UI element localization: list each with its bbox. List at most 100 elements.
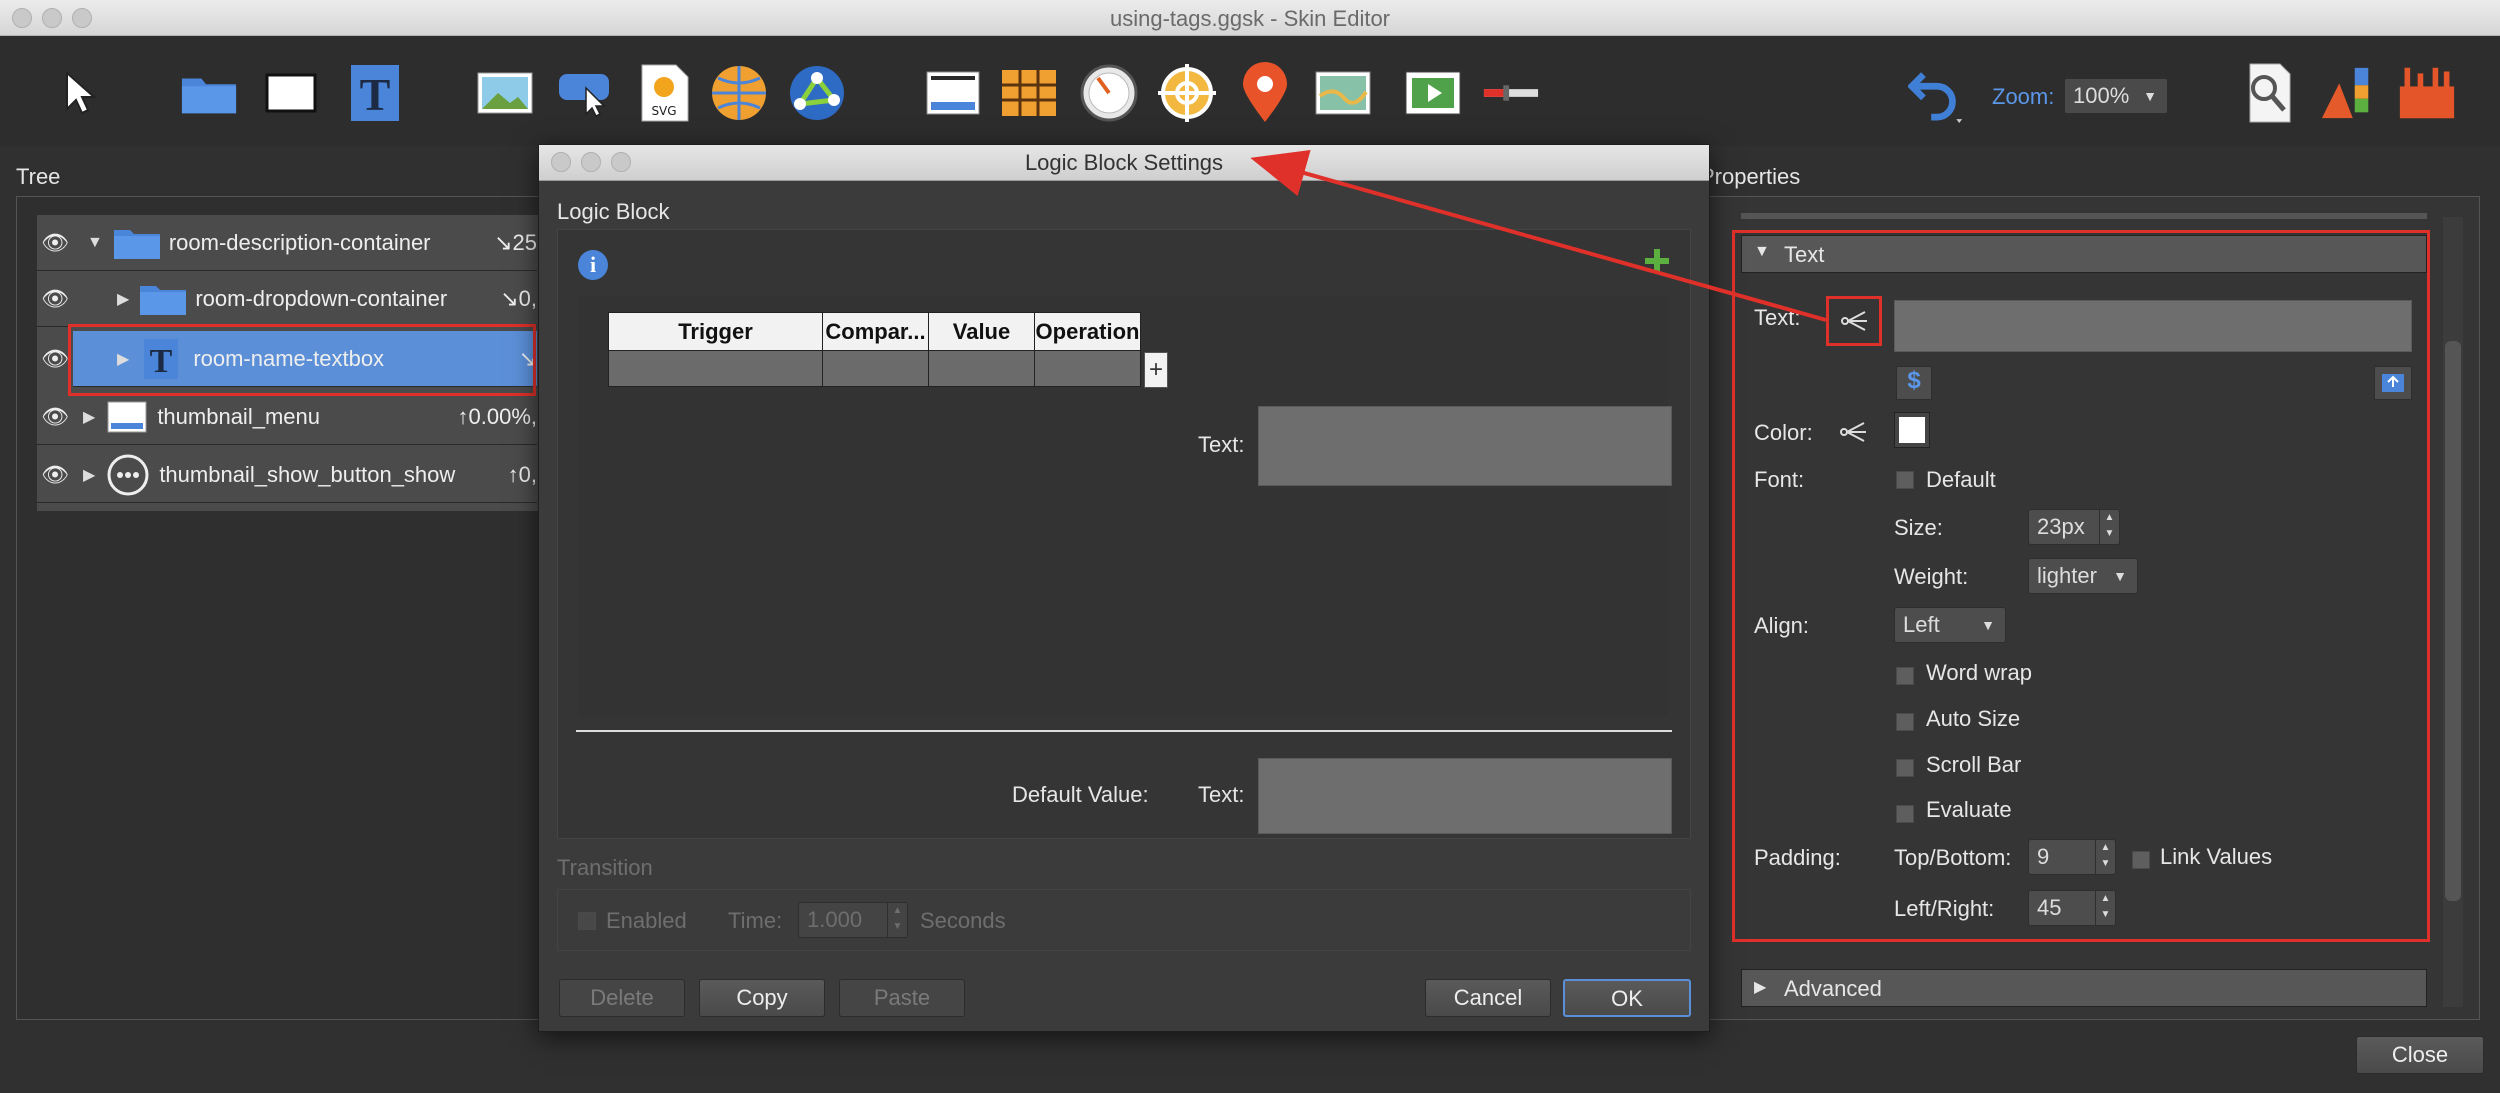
undo-icon[interactable]	[1908, 64, 1966, 123]
main-toolbar: T SVG Zoom: 100% ▼	[0, 36, 2500, 146]
column-header-value[interactable]: Value	[928, 312, 1035, 351]
container-icon	[107, 401, 147, 432]
delete-button[interactable]: Delete	[559, 979, 685, 1017]
section-divider	[1741, 213, 2427, 219]
logic-block-dialog: Logic Block Settings Logic Block i Text:…	[538, 144, 1710, 1032]
tree-item-info: ↘0,	[500, 285, 537, 311]
tree-item-thumbnail-menu[interactable]: 👁 ▶ thumbnail_menu ↑0.00%,	[37, 389, 537, 445]
scrollbar-thumb[interactable]	[2445, 341, 2461, 901]
expand-arrow-icon[interactable]: ▶	[117, 289, 129, 309]
separator-line	[576, 730, 1672, 732]
video-icon[interactable]	[1404, 64, 1462, 122]
dial-icon[interactable]	[1080, 64, 1138, 122]
container-icon[interactable]	[924, 64, 982, 122]
tree-item-label: room-dropdown-container	[195, 285, 448, 311]
preview-search-icon[interactable]	[2240, 63, 2298, 123]
cloud-button-icon[interactable]	[556, 64, 614, 122]
eye-icon[interactable]: 👁	[37, 447, 73, 503]
svg-icon[interactable]: SVG	[636, 64, 694, 122]
tree-item-label: thumbnail_show_button_show	[159, 461, 456, 487]
time-stepper[interactable]: 1.000 ▲ ▼	[798, 902, 908, 938]
expand-arrow-icon[interactable]: ▼	[87, 234, 103, 252]
highlight-box-tree-item	[68, 324, 536, 396]
table-row[interactable]	[608, 350, 1141, 387]
seconds-label: Seconds	[920, 908, 1006, 933]
enabled-label: Enabled	[606, 908, 687, 933]
tree-panel: 👁 ▼ room-description-container ↘25 👁 ▶ r…	[16, 196, 557, 1020]
tree-item-room-description-container[interactable]: 👁 ▼ room-description-container ↘25	[37, 215, 537, 271]
map-pin-icon[interactable]	[1236, 62, 1294, 122]
expand-arrow-icon[interactable]: ▶	[83, 465, 95, 485]
slider-icon[interactable]	[1482, 64, 1540, 122]
zoom-label: Zoom:	[1992, 84, 2055, 109]
advanced-section-header[interactable]: ▶ Advanced	[1741, 969, 2427, 1007]
close-button[interactable]: Close	[2356, 1036, 2484, 1074]
expand-arrow-icon: ▶	[1754, 979, 1767, 996]
logic-text-label: Text:	[1198, 432, 1245, 457]
map-node-icon[interactable]	[788, 64, 846, 122]
time-label: Time:	[728, 908, 783, 933]
default-value-label: Default Value:	[1012, 782, 1149, 807]
toolbox-icon[interactable]	[2398, 64, 2456, 122]
logic-conditions-table: Trigger Compar... Value Operation	[608, 312, 1141, 387]
map-icon[interactable]	[1314, 64, 1372, 122]
info-icon[interactable]: i	[578, 250, 608, 280]
paste-button[interactable]: Paste	[839, 979, 965, 1017]
text-icon[interactable]: T	[346, 64, 404, 122]
tree-item-label: room-description-container	[168, 229, 431, 255]
tree-item-label: thumbnail_menu	[157, 403, 320, 429]
hotspot-icon[interactable]	[710, 64, 768, 122]
comparison-cell[interactable]	[822, 350, 929, 387]
tree-item-info: ↑0.00%,	[457, 403, 538, 429]
add-row-button[interactable]: +	[1144, 352, 1168, 388]
zoom-value: 100%	[2073, 83, 2130, 108]
logic-block-section-label: Logic Block	[557, 199, 670, 224]
chevron-down-icon: ▼	[2143, 88, 2157, 104]
tree-item-thumbnail-show-button[interactable]: 👁 ▶ thumbnail_show_button_show ↑0,	[37, 447, 537, 503]
dialog-title-bar: Logic Block Settings	[539, 145, 1709, 181]
dialog-title: Logic Block Settings	[1024, 150, 1224, 175]
logic-text-field[interactable]	[1258, 406, 1672, 486]
value-cell[interactable]	[928, 350, 1035, 387]
highlight-box-text-section	[1732, 230, 2430, 942]
window-title-bar: using-tags.ggsk - Skin Editor	[0, 0, 2500, 36]
tree-item-info: ↘25	[494, 229, 537, 255]
properties-header: Properties	[1700, 164, 1801, 189]
folder-icon	[113, 229, 160, 259]
ok-button[interactable]: OK	[1563, 979, 1691, 1017]
column-header-operation[interactable]: Operation	[1034, 312, 1141, 351]
eye-icon[interactable]: 👁	[37, 389, 73, 445]
operation-cell[interactable]	[1034, 350, 1141, 387]
trigger-cell[interactable]	[608, 350, 823, 387]
pointer-icon[interactable]	[50, 64, 108, 122]
tree-item-room-dropdown-container[interactable]: 👁 ▶ room-dropdown-container ↘0,	[37, 271, 537, 327]
paint-bucket-icon[interactable]	[2318, 64, 2376, 122]
properties-scrollbar[interactable]	[2443, 217, 2463, 1007]
add-condition-icon[interactable]	[1642, 246, 1672, 276]
cancel-button[interactable]: Cancel	[1425, 979, 1551, 1017]
column-header-comparison[interactable]: Compar...	[822, 312, 929, 351]
time-value: 1.000	[807, 907, 863, 932]
window-title: using-tags.ggsk - Skin Editor	[1109, 6, 1391, 31]
copy-button[interactable]: Copy	[699, 979, 825, 1017]
eye-icon[interactable]: 👁	[37, 215, 73, 271]
tree-item-info: ↑0,	[507, 461, 537, 487]
crosshair-icon[interactable]	[1158, 64, 1216, 122]
more-button-icon	[107, 454, 149, 495]
default-text-label: Text:	[1198, 782, 1245, 807]
image-icon[interactable]	[476, 64, 534, 122]
stepper-arrows-icon[interactable]: ▲ ▼	[887, 903, 907, 937]
advanced-section-title: Advanced	[1784, 976, 1882, 1001]
folder-icon[interactable]	[180, 64, 238, 122]
column-header-trigger[interactable]: Trigger	[608, 312, 823, 351]
enabled-checkbox[interactable]	[578, 912, 596, 930]
rectangle-icon[interactable]	[262, 64, 320, 122]
transition-group: Enabled Time: 1.000 ▲ ▼ Seconds	[557, 889, 1691, 951]
grid-icon[interactable]	[1000, 64, 1058, 122]
folder-icon	[140, 285, 187, 315]
zoom-select[interactable]: 100% ▼	[2064, 78, 2168, 114]
expand-arrow-icon[interactable]: ▶	[83, 407, 95, 427]
svg-file-label: SVG	[651, 104, 676, 118]
eye-icon[interactable]: 👁	[37, 271, 73, 327]
default-text-field[interactable]	[1258, 758, 1672, 834]
